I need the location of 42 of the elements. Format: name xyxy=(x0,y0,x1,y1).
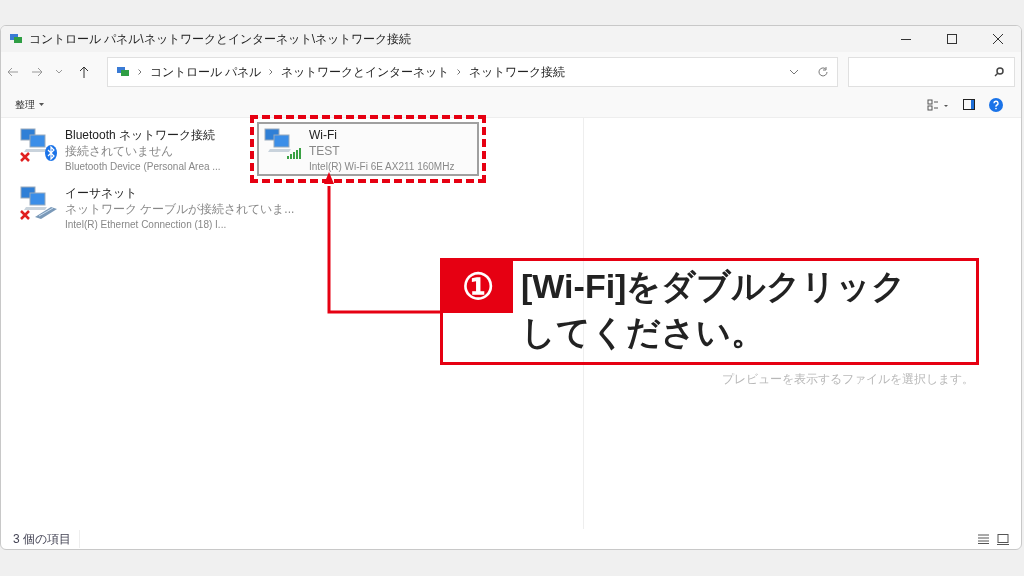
connection-status: 接続されていません xyxy=(65,143,174,159)
adapter-name: Intel(R) Ethernet Connection (18) I... xyxy=(65,218,228,232)
breadcrumb-item[interactable]: コントロール パネル xyxy=(149,63,261,81)
help-icon[interactable] xyxy=(989,97,1003,112)
instruction-text: してください。 xyxy=(521,312,766,353)
organize-menu[interactable]: 整理 xyxy=(15,97,44,112)
connection-name: Bluetooth ネットワーク接続 xyxy=(65,127,217,143)
adapter-name: Intel(R) Wi-Fi 6E AX211 160MHz xyxy=(309,160,455,174)
search-icon xyxy=(994,67,1004,77)
connection-name: Wi-Fi xyxy=(309,127,338,143)
instruction-text: [Wi-Fi]をダブルクリック xyxy=(521,266,907,307)
item-count: 3 個の項目 xyxy=(13,530,80,548)
connection-item[interactable]: イーサネット ネットワーク ケーブルが接続されていま... Intel(R) Ethernet Connection (18) I... xyxy=(13,180,301,234)
forward-arrow-icon xyxy=(30,67,43,77)
step-number: ① xyxy=(443,261,513,313)
back-arrow-icon xyxy=(7,67,19,77)
network-folder-icon xyxy=(115,66,130,78)
details-view-icon[interactable] xyxy=(978,533,989,544)
connection-name: イーサネット xyxy=(65,185,138,201)
breadcrumb-item[interactable]: ネットワーク接続 xyxy=(468,63,565,81)
refresh-icon[interactable] xyxy=(816,66,829,78)
chevron-right-icon xyxy=(456,69,461,75)
connection-item[interactable]: Bluetooth ネットワーク接続 接続されていません Bluetooth Device (Personal Area ... xyxy=(13,122,255,176)
chevron-right-icon xyxy=(268,69,273,75)
adapter-name: Bluetooth Device (Personal Area ... xyxy=(65,160,221,174)
breadcrumb-item[interactable]: ネットワークとインターネット xyxy=(280,63,449,81)
preview-pane-icon[interactable] xyxy=(963,99,975,110)
network-folder-icon xyxy=(9,33,23,45)
up-arrow-icon xyxy=(78,66,89,78)
close-icon xyxy=(993,34,1003,44)
preview-message: プレビューを表示するファイルを選択します。 xyxy=(722,371,974,388)
connection-status: ネットワーク ケーブルが接続されていま... xyxy=(65,201,295,217)
address-bar[interactable]: コントロール パネル ネットワークとインターネット ネットワーク接続 xyxy=(106,57,838,87)
chevron-right-icon xyxy=(137,69,142,75)
maximize-icon xyxy=(947,34,957,44)
chevron-down-icon xyxy=(54,69,63,75)
large-icons-view-icon[interactable] xyxy=(997,533,1009,545)
search-field[interactable] xyxy=(847,57,1015,87)
connection-status: TEST xyxy=(309,143,341,159)
window-title: コントロール パネル\ネットワークとインターネット\ネットワーク接続 xyxy=(29,31,411,48)
view-options-icon[interactable] xyxy=(927,98,949,111)
dropdown-arrow-icon xyxy=(39,103,44,106)
